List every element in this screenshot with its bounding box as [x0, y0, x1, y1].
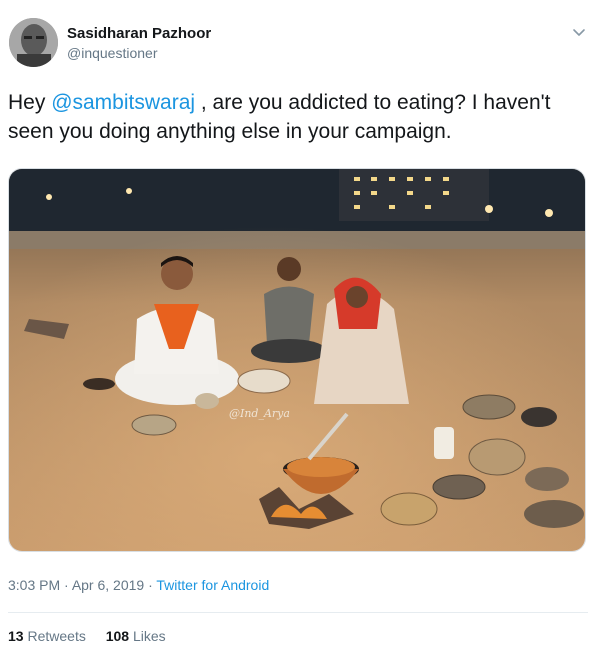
photo-watermark: @Ind_Arya — [229, 407, 290, 420]
tweet-stats: 13 Retweets 108 Likes — [8, 628, 182, 644]
likes-label: Likes — [132, 628, 166, 644]
retweets-stat[interactable]: 13 Retweets — [8, 628, 86, 644]
user-handle[interactable]: @inquestioner — [67, 45, 158, 61]
tweet-meta: 3:03 PM · Apr 6, 2019 · Twitter for Andr… — [8, 577, 269, 593]
retweets-label: Retweets — [27, 628, 86, 644]
tweet-date[interactable]: Apr 6, 2019 — [72, 577, 144, 593]
tweet-prefix: Hey — [8, 91, 52, 114]
meta-separator: · — [60, 577, 72, 593]
photo-illustration: @Ind_Arya — [9, 169, 585, 551]
likes-count: 108 — [105, 628, 130, 644]
tweet-time[interactable]: 3:03 PM — [8, 577, 60, 593]
likes-stat[interactable]: 108 Likes — [106, 628, 166, 644]
tweet-photo[interactable]: @Ind_Arya — [8, 168, 586, 552]
avatar-photo — [9, 18, 58, 67]
meta-separator: · — [144, 577, 157, 593]
tweet-text: Hey @sambitswaraj , are you addicted to … — [8, 88, 588, 146]
divider — [8, 612, 588, 613]
display-name[interactable]: Sasidharan Pazhoor — [67, 25, 211, 42]
avatar[interactable] — [9, 18, 58, 67]
retweets-count: 13 — [8, 628, 24, 644]
mention-link[interactable]: @sambitswaraj — [51, 91, 195, 114]
chevron-down-icon[interactable] — [571, 24, 587, 40]
tweet-source-link[interactable]: Twitter for Android — [156, 577, 269, 593]
